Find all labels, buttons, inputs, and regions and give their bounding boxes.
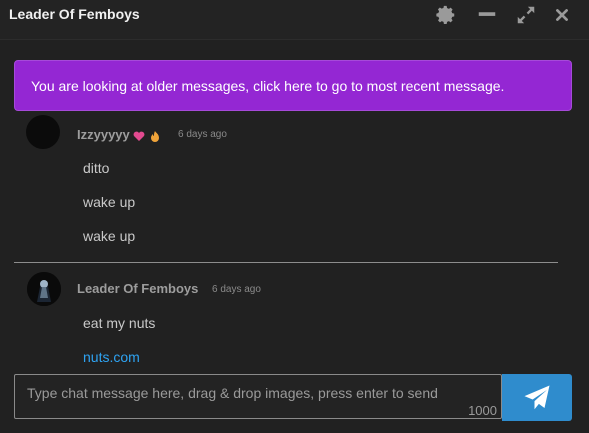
avatar-image [27,272,61,306]
message-timestamp: 6 days ago [212,284,261,295]
message-text: wake up [83,228,136,244]
avatar[interactable] [27,272,61,306]
expand-icon[interactable] [515,4,537,26]
banner-text: You are looking at older messages, click… [31,77,505,94]
gear-icon[interactable] [435,4,457,26]
older-messages-banner-overlay[interactable]: You are looking at older messages, click… [14,60,572,111]
close-icon[interactable] [551,4,573,26]
avatar[interactable] [26,115,60,149]
heart-icon [133,131,145,141]
chat-message-input[interactable]: Type chat message here, drag & drop imag… [14,374,502,419]
message-username[interactable]: Izzyyyyy [77,127,161,142]
message-text: wake up [83,194,136,210]
message-link[interactable]: nuts.com [83,349,140,365]
send-button[interactable] [502,374,572,421]
character-counter: 1000 [468,403,497,418]
flame-icon [151,130,160,142]
message-text: ditto [83,160,110,176]
message-timestamp: 6 days ago [178,129,227,140]
minimize-icon[interactable] [476,4,498,26]
window-titlebar: Leader Of Femboys [0,0,589,40]
message-divider [14,262,558,263]
window-title: Leader Of Femboys [9,6,140,22]
paper-plane-icon [524,385,550,409]
chat-input-placeholder: Type chat message here, drag & drop imag… [27,385,438,401]
message-link-line: nuts.com [83,349,140,365]
message-text: eat my nuts [83,315,156,331]
message-username[interactable]: Leader Of Femboys [77,281,198,296]
